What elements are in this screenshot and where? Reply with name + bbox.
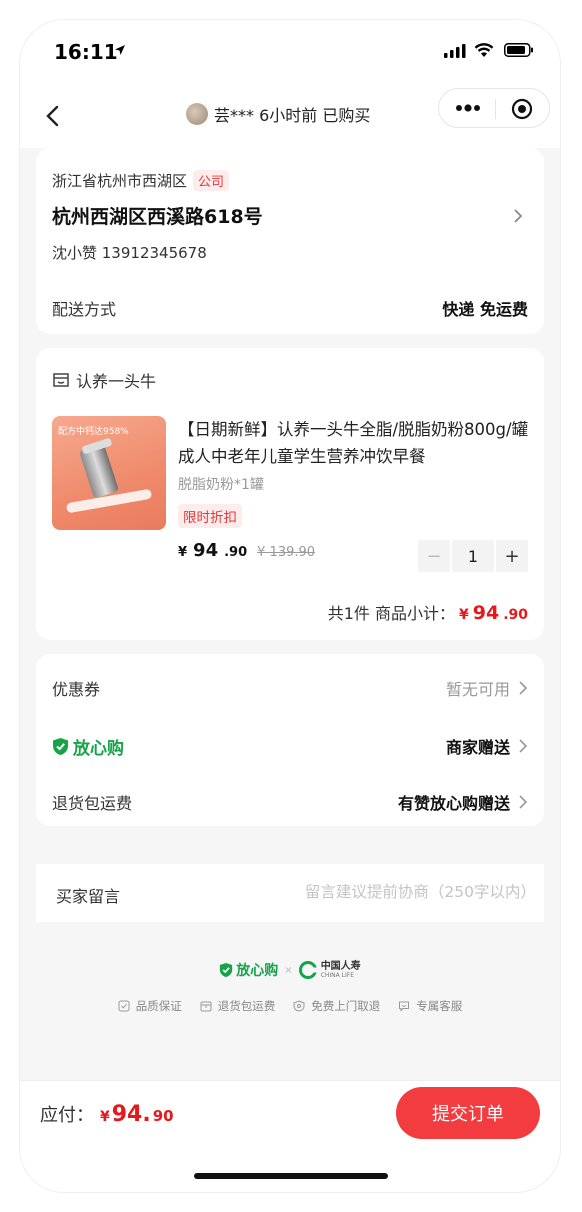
checkout-bar: 应付： ¥94. 90 提交订单 bbox=[20, 1080, 560, 1192]
chat-icon bbox=[399, 1001, 410, 1012]
store-name: 认养一头牛 bbox=[76, 372, 157, 391]
guarantee-logos: 放心购 × 中国人寿 CHINA LIFE bbox=[20, 960, 560, 980]
assurance-logo-text: 放心购 bbox=[236, 963, 279, 979]
nav-bar: 芸*** 6小时前 已购买 bbox=[20, 86, 560, 148]
subtotal-symbol: ¥ bbox=[458, 607, 469, 623]
return-shipping-row[interactable]: 退货包运费 有赞放心购赠送 bbox=[52, 790, 528, 814]
price-symbol: ¥ bbox=[178, 545, 188, 560]
assurance-value: 商家赠送 bbox=[445, 738, 510, 757]
submit-order-button[interactable]: 提交订单 bbox=[396, 1087, 540, 1139]
return-label: 退货包运费 bbox=[52, 794, 133, 813]
product-image[interactable]: 配方中钙达958% bbox=[52, 416, 166, 530]
phone-screen: 16:11 芸*** 6小时前 已购买 浙江省杭州市西湖区 公司 杭州西湖区西溪… bbox=[20, 20, 560, 1192]
coupon-label: 优惠券 bbox=[52, 680, 101, 699]
close-mini-program-icon[interactable] bbox=[511, 98, 533, 120]
subtotal: 共1件 商品小计： ¥94.90 bbox=[328, 600, 528, 624]
order-options-card: 优惠券 暂无可用 放心购 商家赠送 退货包运费 有赞放心购赠送 bbox=[36, 654, 544, 826]
china-life-logo: 中国人寿 CHINA LIFE bbox=[298, 960, 361, 979]
feature-quality: 品质保证 bbox=[118, 998, 182, 1014]
feature-pickup: 免费上门取退 bbox=[293, 998, 380, 1014]
coupon-value: 暂无可用 bbox=[445, 680, 510, 699]
store-icon bbox=[53, 373, 69, 387]
quantity-value[interactable]: 1 bbox=[452, 540, 494, 572]
message-label: 买家留言 bbox=[56, 887, 121, 906]
pay-decimal: 90 bbox=[152, 1107, 174, 1125]
chevron-right-icon[interactable] bbox=[512, 208, 524, 224]
china-life-cn: 中国人寿 bbox=[320, 960, 361, 972]
chevron-right-icon bbox=[519, 739, 528, 753]
product-price: ¥94 .90 ¥ 139.90 bbox=[178, 540, 315, 561]
amount-payable: 应付： ¥94. 90 bbox=[40, 1101, 174, 1127]
feature-service: 专属客服 bbox=[398, 998, 462, 1014]
capsule-divider bbox=[495, 99, 496, 119]
shield-check-icon bbox=[220, 963, 233, 977]
thumb-caption: 配方中钙达958% bbox=[58, 427, 129, 437]
store-name-row[interactable]: 认养一头牛 bbox=[52, 368, 156, 392]
back-arrow-icon[interactable] bbox=[40, 102, 68, 130]
address-tag: 公司 bbox=[193, 170, 230, 191]
street-address: 杭州西湖区西溪路618号 bbox=[52, 206, 263, 228]
battery-icon bbox=[504, 43, 533, 57]
increase-button[interactable]: + bbox=[496, 540, 528, 572]
address-card[interactable]: 浙江省杭州市西湖区 公司 杭州西湖区西溪路618号 沈小赞 1391234567… bbox=[36, 148, 544, 334]
price-integer: 94 bbox=[193, 540, 219, 561]
shipping-label: 配送方式 bbox=[52, 300, 117, 319]
subtotal-label: 共1件 商品小计： bbox=[327, 604, 455, 623]
subtotal-decimal: .90 bbox=[503, 607, 528, 623]
assurance-label: 放心购 bbox=[73, 738, 124, 759]
feature-label: 退货包运费 bbox=[217, 999, 276, 1013]
wifi-icon bbox=[474, 43, 494, 57]
quality-check-icon bbox=[118, 1000, 130, 1012]
price-decimal: .90 bbox=[224, 545, 248, 560]
shield-check-icon bbox=[53, 737, 68, 755]
pay-symbol: ¥ bbox=[100, 1109, 110, 1125]
feature-label: 免费上门取退 bbox=[311, 999, 381, 1013]
quantity-stepper: − 1 + bbox=[418, 540, 528, 572]
feature-return-shipping: 退货包运费 bbox=[200, 998, 276, 1014]
chevron-right-icon bbox=[519, 795, 528, 809]
decrease-button[interactable]: − bbox=[418, 540, 450, 572]
assurance-row[interactable]: 放心购 商家赠送 bbox=[52, 734, 528, 759]
coupon-row[interactable]: 优惠券 暂无可用 bbox=[52, 676, 528, 700]
contact-info: 沈小赞 13912345678 bbox=[52, 244, 207, 262]
pay-label: 应付： bbox=[40, 1105, 94, 1126]
message-input[interactable] bbox=[166, 876, 536, 908]
location-arrow-icon bbox=[115, 45, 125, 55]
product-card: 认养一头牛 配方中钙达958% 【日期新鲜】认养一头牛全脂/脱脂奶粉800g/罐… bbox=[36, 348, 544, 640]
times-icon: × bbox=[284, 964, 293, 976]
discount-tag: 限时折扣 bbox=[178, 504, 242, 528]
china-life-en: CHINA LIFE bbox=[320, 971, 355, 979]
china-life-icon bbox=[298, 961, 317, 979]
address-region: 浙江省杭州市西湖区 公司 bbox=[52, 170, 230, 191]
mini-program-capsule bbox=[438, 88, 550, 128]
region-text: 浙江省杭州市西湖区 bbox=[52, 172, 188, 190]
pay-integer: 94. bbox=[111, 1102, 151, 1127]
status-time: 16:11 bbox=[54, 40, 118, 64]
nav-title: 芸*** 6小时前 已购买 bbox=[214, 106, 371, 125]
avatar bbox=[186, 103, 208, 125]
product-spec: 脱脂奶粉*1罐 bbox=[178, 477, 264, 493]
recent-buyer-notice: 芸*** 6小时前 已购买 bbox=[186, 102, 370, 126]
status-bar: 16:11 bbox=[20, 20, 560, 86]
feature-label: 品质保证 bbox=[135, 999, 182, 1013]
subtotal-integer: 94 bbox=[472, 602, 500, 624]
product-title[interactable]: 【日期新鲜】认养一头牛全脂/脱脂奶粉800g/罐成人中老年儿童学生营养冲饮早餐 bbox=[178, 416, 530, 470]
cellular-signal-icon bbox=[444, 44, 466, 58]
return-value: 有赞放心购赠送 bbox=[397, 794, 510, 813]
chevron-right-icon bbox=[519, 681, 528, 695]
assurance-logo: 放心购 bbox=[219, 960, 278, 980]
home-indicator[interactable] bbox=[194, 1173, 388, 1179]
shipping-value: 快递 免运费 bbox=[442, 300, 528, 319]
assurance-badge: 放心购 bbox=[52, 734, 124, 759]
buyer-message-row: 买家留言 bbox=[36, 864, 544, 922]
more-icon[interactable] bbox=[455, 101, 481, 115]
shield-icon bbox=[293, 1000, 305, 1012]
return-box-icon bbox=[200, 1001, 212, 1012]
guarantee-features: 品质保证 退货包运费 免费上门取退 专属客服 bbox=[20, 998, 560, 1014]
original-price: ¥ 139.90 bbox=[257, 545, 316, 560]
feature-label: 专属客服 bbox=[416, 999, 463, 1013]
